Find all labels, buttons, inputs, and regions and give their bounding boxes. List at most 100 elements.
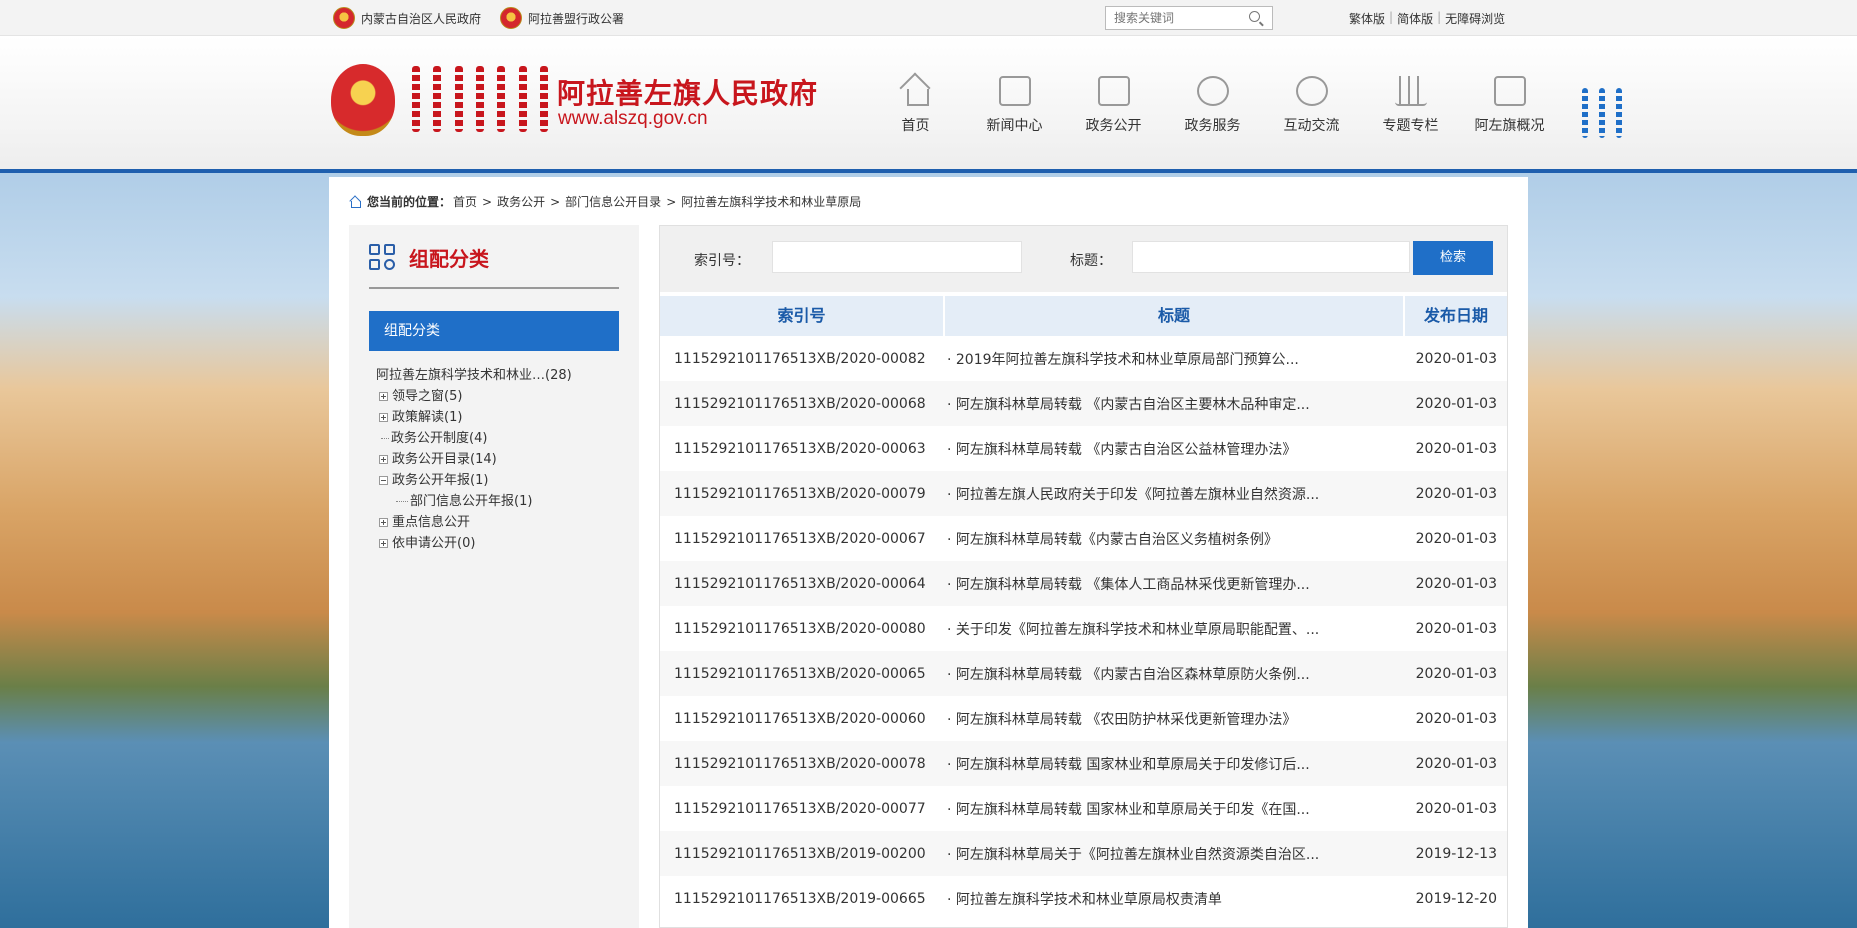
cell-date: 2020-01-03 (1415, 395, 1497, 412)
cell-title-link[interactable]: · 阿拉善左旗科学技术和林业草原局权责清单 (945, 889, 1405, 909)
cell-title-link[interactable]: · 阿左旗科林草局转载 国家林业和草原局关于印发《在国... (945, 799, 1405, 819)
traditional-chinese-link[interactable]: 繁体版 (1349, 10, 1385, 27)
bar-chart-icon (1394, 76, 1427, 106)
services-icon (1196, 76, 1229, 106)
table-body: 1115292101176513XB/2020-00082 · 2019年阿拉善左… (660, 336, 1507, 921)
tree-node-leader-window[interactable]: 领导之窗(5) (376, 386, 572, 407)
cell-index: 1115292101176513XB/2020-00065 (674, 665, 926, 682)
tree-node-annual-report[interactable]: 政务公开年报(1) (376, 470, 572, 491)
cell-date: 2019-12-20 (1415, 890, 1497, 907)
cell-index: 1115292101176513XB/2019-00665 (674, 890, 926, 907)
cell-date: 2020-01-03 (1415, 800, 1497, 817)
category-button[interactable]: 组配分类 (369, 311, 619, 351)
cell-title-link[interactable]: · 阿左旗科林草局转载 《农田防护林采伐更新管理办法》 (945, 709, 1405, 729)
breadcrumb-dept-catalog[interactable]: 部门信息公开目录 (565, 193, 661, 210)
cell-date: 2020-01-03 (1415, 575, 1497, 592)
cell-index: 1115292101176513XB/2020-00064 (674, 575, 926, 592)
cell-index: 1115292101176513XB/2020-00079 (674, 485, 926, 502)
tree-node-key-info[interactable]: 重点信息公开 (376, 512, 572, 533)
cell-title-link[interactable]: · 阿拉善左旗人民政府关于印发《阿拉善左旗林业自然资源... (945, 484, 1405, 504)
search-button[interactable]: 检索 (1413, 241, 1493, 275)
nav-gov-affairs[interactable]: 政务公开 (1064, 76, 1163, 135)
expand-icon[interactable] (379, 413, 388, 422)
breadcrumb-current[interactable]: 阿拉善左旗科学技术和林业草原局 (681, 193, 861, 210)
title-input[interactable] (1132, 241, 1410, 273)
search-input[interactable] (1106, 7, 1236, 29)
breadcrumb-gov-affairs[interactable]: 政务公开 (497, 193, 545, 210)
tree-node-policy-interpretation[interactable]: 政策解读(1) (376, 407, 572, 428)
tree-node-label: 依申请公开(0) (392, 536, 476, 551)
cell-title-link[interactable]: · 阿左旗科林草局转载 《内蒙古自治区公益林管理办法》 (945, 439, 1405, 459)
index-number-input[interactable] (772, 241, 1022, 273)
tree-node-label: 政务公开目录(14) (392, 452, 497, 467)
expand-icon[interactable] (379, 455, 388, 464)
expand-icon[interactable] (379, 539, 388, 548)
cell-title-link[interactable]: · 阿左旗科林草局转载 《内蒙古自治区主要林木品种审定... (945, 394, 1405, 414)
expand-icon[interactable] (379, 392, 388, 401)
nav-label: 首页 (901, 118, 930, 134)
index-number-label: 索引号： (694, 253, 750, 269)
mongolian-version-link[interactable] (1582, 88, 1622, 140)
cell-title-link[interactable]: · 2019年阿拉善左旗科学技术和林业草原局部门预算公... (945, 349, 1405, 369)
cell-date: 2020-01-03 (1415, 350, 1497, 367)
accessibility-link[interactable]: 无障碍浏览 (1445, 10, 1505, 27)
search-icon[interactable] (1249, 11, 1260, 22)
cell-index: 1115292101176513XB/2019-00200 (674, 845, 926, 862)
main-nav: 首页 新闻中心 政务公开 政务服务 互动交流 专题专栏 阿左旗概况 (866, 76, 1559, 135)
cell-title-link[interactable]: · 关于印发《阿拉善左旗科学技术和林业草原局职能配置、... (945, 619, 1405, 639)
cell-date: 2020-01-03 (1415, 440, 1497, 457)
cell-title-link[interactable]: · 阿左旗科林草局转载 《内蒙古自治区森林草原防火条例... (945, 664, 1405, 684)
table-row: 1115292101176513XB/2019-00665 · 阿拉善左旗科学技术… (660, 876, 1507, 921)
nav-news[interactable]: 新闻中心 (965, 76, 1064, 135)
tree-node-disclosure-system[interactable]: 政务公开制度(4) (376, 428, 572, 449)
link-inner-mongolia-gov[interactable]: 内蒙古自治区人民政府 (333, 7, 481, 29)
link-alxa-league-gov[interactable]: 阿拉善盟行政公署 (500, 7, 624, 29)
table-row: 1115292101176513XB/2020-00063 · 阿左旗科林草局转载… (660, 426, 1507, 471)
breadcrumb: 您当前的位置： 首页 > 政务公开 > 部门信息公开目录 > 阿拉善左旗科学技术… (349, 193, 861, 210)
newspaper-icon (998, 76, 1031, 106)
nav-home[interactable]: 首页 (866, 76, 965, 135)
national-emblem-logo[interactable] (331, 64, 395, 136)
tree-node-on-request[interactable]: 依申请公开(0) (376, 533, 572, 554)
cell-date: 2020-01-03 (1415, 620, 1497, 637)
tree-node-label: 政务公开年报(1) (392, 473, 489, 488)
cell-index: 1115292101176513XB/2020-00060 (674, 710, 926, 727)
table-row: 1115292101176513XB/2020-00068 · 阿左旗科林草局转载… (660, 381, 1507, 426)
cell-title-link[interactable]: · 阿左旗科林草局转载 国家林业和草原局关于印发修订后... (945, 754, 1405, 774)
national-emblem-icon (333, 7, 355, 29)
site-title[interactable]: 阿拉善左旗人民政府 (557, 72, 818, 112)
cell-title-link[interactable]: · 阿左旗科林草局转载 《集体人工商品林采伐更新管理办... (945, 574, 1405, 594)
table-row: 1115292101176513XB/2020-00078 · 阿左旗科林草局转载… (660, 741, 1507, 786)
cell-title-link[interactable]: · 阿左旗科林草局关于《阿拉善左旗林业自然资源类自治区... (945, 844, 1405, 864)
link-label: 阿拉善盟行政公署 (528, 11, 625, 26)
table-row: 1115292101176513XB/2020-00067 · 阿左旗科林草局转载… (660, 516, 1507, 561)
collapse-icon[interactable] (379, 476, 388, 485)
breadcrumb-home[interactable]: 首页 (453, 193, 477, 210)
nav-interaction[interactable]: 互动交流 (1262, 76, 1361, 135)
cell-date: 2019-12-13 (1415, 845, 1497, 862)
cell-title-link[interactable]: · 阿左旗科林草局转载《内蒙古自治区义务植树条例》 (945, 529, 1405, 549)
landscape-icon (1493, 76, 1526, 106)
cell-date: 2020-01-03 (1415, 485, 1497, 502)
nav-services[interactable]: 政务服务 (1163, 76, 1262, 135)
tree-node-label: 领导之窗(5) (392, 389, 463, 404)
tree-node-disclosure-catalog[interactable]: 政务公开目录(14) (376, 449, 572, 470)
simplified-chinese-link[interactable]: 简体版 (1397, 10, 1433, 27)
expand-icon[interactable] (379, 518, 388, 527)
tree-root[interactable]: 阿拉善左旗科学技术和林业…(28) (376, 365, 572, 386)
cell-index: 1115292101176513XB/2020-00063 (674, 440, 926, 457)
sidebar-header: 组配分类 (369, 243, 489, 272)
site-header: 阿拉善左旗人民政府 www.alszq.gov.cn 首页 新闻中心 政务公开 … (0, 36, 1857, 173)
nav-overview[interactable]: 阿左旗概况 (1460, 76, 1559, 135)
divider (369, 287, 619, 289)
nav-topics[interactable]: 专题专栏 (1361, 76, 1460, 135)
tree-node-dept-annual-report[interactable]: 部门信息公开年报(1) (376, 491, 572, 512)
table-row: 1115292101176513XB/2020-00064 · 阿左旗科林草局转载… (660, 561, 1507, 606)
tree-node-label: 部门信息公开年报(1) (410, 494, 533, 509)
cell-index: 1115292101176513XB/2020-00078 (674, 755, 926, 772)
category-grid-icon (369, 243, 397, 272)
document-list-panel: 索引号： 标题： 检索 索引号 标题 发布日期 1115292101176513… (659, 225, 1508, 928)
document-icon (1097, 76, 1130, 106)
nav-label: 专题专栏 (1382, 118, 1439, 134)
cell-index: 1115292101176513XB/2020-00080 (674, 620, 926, 637)
